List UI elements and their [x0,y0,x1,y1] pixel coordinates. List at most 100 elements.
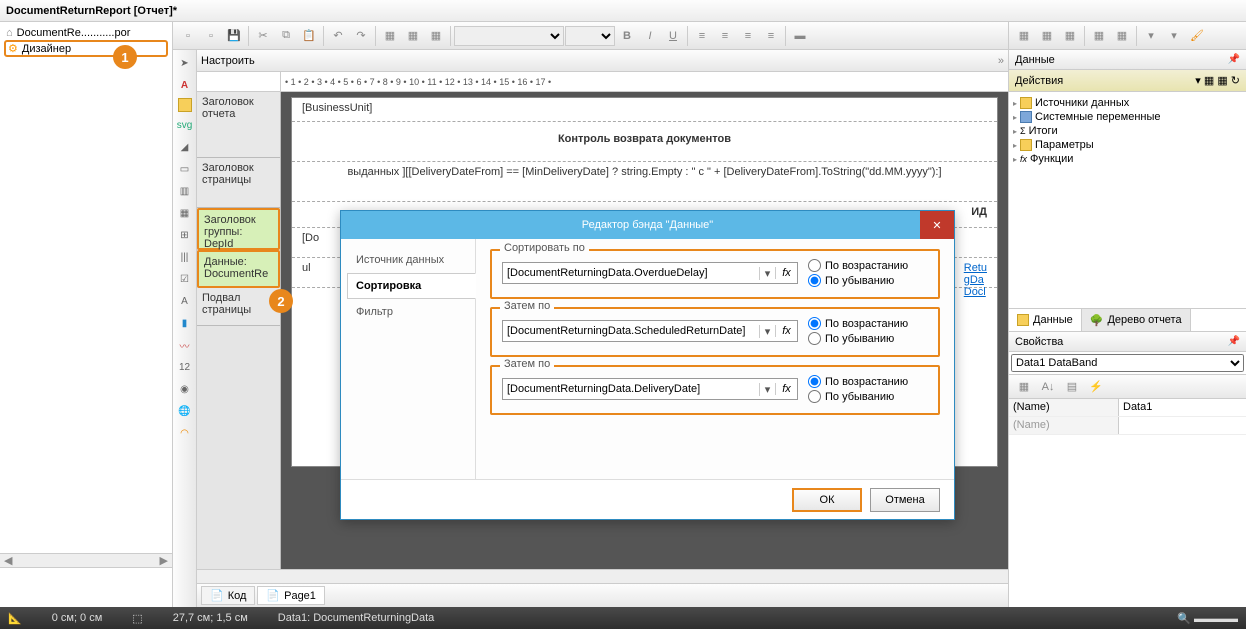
table-tool-icon[interactable]: ▦ [176,204,194,222]
source-tab[interactable]: Источник данных [347,247,469,273]
chart-tool-icon[interactable]: ▮ [176,314,194,332]
id-column[interactable]: ИД [971,206,987,218]
map-tool-icon[interactable]: ◠ [176,424,194,442]
cut-icon[interactable]: ✂ [252,25,274,47]
link-fields[interactable]: RetugDaDocl [964,262,987,283]
configure-label[interactable]: Настроить [201,55,255,67]
report-tree-tab[interactable]: 🌳Дерево отчета [1082,309,1191,331]
data-sources-node[interactable]: Источники данных [1013,96,1242,110]
tree-report-node[interactable]: DocumentRe...........por [4,26,168,40]
group-header-band[interactable]: Заголовок группы: DepId [197,208,280,250]
report-header-band[interactable]: Заголовок отчета [197,92,280,158]
pin-icon[interactable]: 📌 [1228,54,1240,65]
richtext-tool-icon[interactable]: A [176,292,194,310]
text-align-right-icon[interactable]: ≡ [737,25,759,47]
page-footer-band[interactable]: Подвал страницы [197,288,280,326]
expand-icon[interactable]: » [998,55,1004,67]
shape-tool-icon[interactable]: ◢ [176,138,194,156]
save-icon[interactable]: 💾 [223,25,245,47]
object-select[interactable]: Data1 DataBand [1011,354,1244,372]
color-icon[interactable]: ▬ [789,25,811,47]
chevron-down-icon[interactable]: ▾ [759,383,775,396]
chevron-down-icon[interactable]: ▾ [759,267,775,280]
params-node[interactable]: Параметры [1013,138,1242,152]
text-align-center-icon[interactable]: ≡ [714,25,736,47]
sort-tab[interactable]: Сортировка [347,273,476,299]
sort3-field-combo[interactable]: [DocumentReturningData.DeliveryDate] ▾ f… [502,378,798,400]
redo-icon[interactable]: ↷ [350,25,372,47]
paste-icon[interactable]: 📋 [298,25,320,47]
do-field[interactable]: [Do [302,232,319,244]
fx-icon[interactable]: fx [775,267,797,279]
grid4-icon[interactable]: ▦ [1088,25,1110,47]
font-select[interactable] [454,26,564,46]
funcs-node[interactable]: fxФункции [1013,152,1242,166]
ok-button[interactable]: ОК [792,488,862,512]
close-icon[interactable]: ✕ [920,211,954,239]
actions-dropdown-icon[interactable]: ▾ ▦ ▦ ↻ [1195,74,1240,87]
gauge-tool-icon[interactable]: ◉ [176,380,194,398]
sort1-desc-radio[interactable]: По убыванию [808,274,928,287]
globe-tool-icon[interactable]: 🌐 [176,402,194,420]
page-header-band[interactable]: Заголовок страницы [197,158,280,208]
align-center-icon[interactable]: ▦ [402,25,424,47]
code-tab[interactable]: 📄 Код [201,586,255,605]
paint-icon[interactable]: 🖌 [1186,25,1208,47]
grid2-icon[interactable]: ▦ [1036,25,1058,47]
ruler-tool-icon[interactable]: 12 [176,358,194,376]
text-align-justify-icon[interactable]: ≡ [760,25,782,47]
pointer-icon[interactable]: ➤ [176,54,194,72]
bold-icon[interactable]: B [616,25,638,47]
prop-filter-icon[interactable]: ▤ [1061,376,1083,398]
checkbox-tool-icon[interactable]: ☑ [176,270,194,288]
text-tool-icon[interactable]: A [176,76,194,94]
grid5-icon[interactable]: ▦ [1111,25,1133,47]
h-scrollbar[interactable] [197,569,1008,583]
businessunit-field[interactable]: [BusinessUnit] [302,102,372,114]
sort1-asc-radio[interactable]: По возрастанию [808,259,928,272]
opt2-icon[interactable]: ▾ [1163,25,1185,47]
grid1-icon[interactable]: ▦ [1013,25,1035,47]
new-icon[interactable]: ▫ [177,25,199,47]
sparkline-tool-icon[interactable]: 〰 [176,336,194,354]
fx-icon[interactable]: fx [775,383,797,395]
fx-icon[interactable]: fx [775,325,797,337]
barcode-tool-icon[interactable]: ||| [176,248,194,266]
italic-icon[interactable]: I [639,25,661,47]
sort3-asc-radio[interactable]: По возрастанию [808,375,928,388]
prop-row-name[interactable]: (Name) Data1 [1009,399,1246,417]
open-icon[interactable]: ▫ [200,25,222,47]
panel-tool-icon[interactable]: ▭ [176,160,194,178]
actions-bar[interactable]: Действия ▾ ▦ ▦ ↻ [1009,70,1246,92]
align-right-icon[interactable]: ▦ [425,25,447,47]
align-left-icon[interactable]: ▦ [379,25,401,47]
copy-icon[interactable]: ⧉ [275,25,297,47]
sort1-field-combo[interactable]: [DocumentReturningData.OverdueDelay] ▾ f… [502,262,798,284]
prop-cat-icon[interactable]: ▦ [1013,376,1035,398]
opt1-icon[interactable]: ▾ [1140,25,1162,47]
chevron-down-icon[interactable]: ▾ [759,325,775,338]
page1-tab[interactable]: 📄 Page1 [257,586,325,605]
image-tool-icon[interactable] [178,98,192,112]
data-tab[interactable]: Данные [1009,309,1082,331]
cancel-button[interactable]: Отмена [870,488,940,512]
prop-row-name2[interactable]: (Name) [1009,417,1246,435]
sort2-field-combo[interactable]: [DocumentReturningData.ScheduledReturnDa… [502,320,798,342]
container-tool-icon[interactable]: ▥ [176,182,194,200]
report-subtitle-text[interactable]: выданных ][[DeliveryDateFrom] == [MinDel… [347,166,941,178]
dialog-title-bar[interactable]: Редактор бэнда "Данные" ✕ [341,211,954,239]
svg-tool-icon[interactable]: svg [176,116,194,134]
prop-az-icon[interactable]: A↓ [1037,376,1059,398]
report-title-text[interactable]: Контроль возврата документов [558,133,731,145]
filter-tab[interactable]: Фильтр [347,299,469,325]
ul-field[interactable]: ul [302,262,311,283]
prop-lightning-icon[interactable]: ⚡ [1085,376,1107,398]
grid3-icon[interactable]: ▦ [1059,25,1081,47]
undo-icon[interactable]: ↶ [327,25,349,47]
size-select[interactable] [565,26,615,46]
text-align-left-icon[interactable]: ≡ [691,25,713,47]
tree-designer-node[interactable]: Дизайнер [4,40,168,57]
sort2-asc-radio[interactable]: По возрастанию [808,317,928,330]
totals-node[interactable]: ΣИтоги [1013,124,1242,138]
sort2-desc-radio[interactable]: По убыванию [808,332,928,345]
